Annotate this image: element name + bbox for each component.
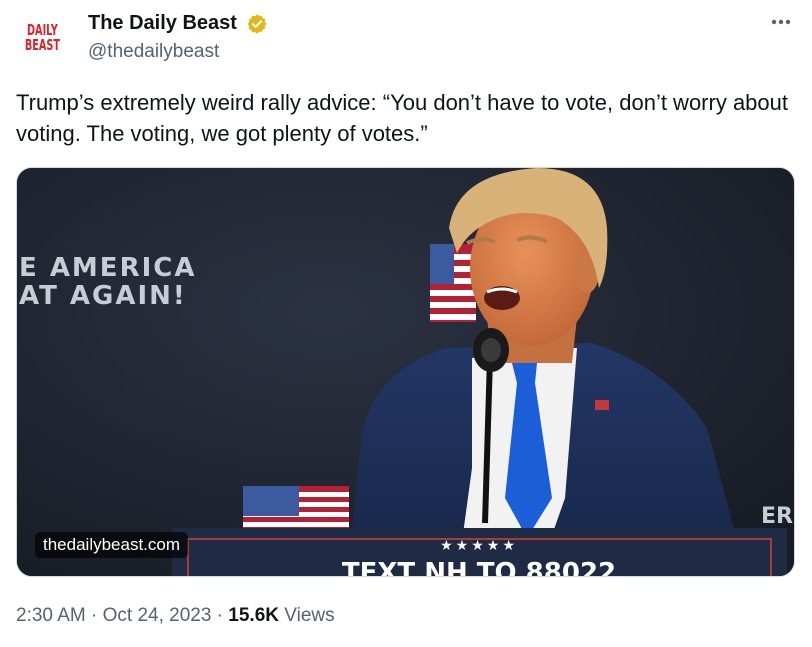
tweet-meta: 2:30 AM · Oct 24, 2023 · 15.6K Views <box>16 605 335 627</box>
flag-upper <box>430 244 476 322</box>
podium-text: TEXT NH TO 88022 <box>342 558 616 577</box>
account-handle[interactable]: @thedailybeast <box>88 41 219 63</box>
flag-lower <box>243 486 349 528</box>
display-name[interactable]: The Daily Beast <box>88 12 237 35</box>
banner-line2: AT AGAIN! <box>19 281 187 311</box>
rally-photo: E AMERICA AT AGAIN! ★★★★★ TEXT NH TO 880… <box>17 168 794 577</box>
avatar[interactable]: DAILY BEAST <box>16 12 68 64</box>
tweet-media-photo[interactable]: E AMERICA AT AGAIN! ★★★★★ TEXT NH TO 880… <box>16 167 795 577</box>
meta-separator: · <box>85 605 103 626</box>
podium-stars: ★★★★★ <box>440 538 518 554</box>
podium: ★★★★★ TEXT NH TO 88022 <box>172 528 787 577</box>
photo-watermark: thedailybeast.com <box>35 532 189 558</box>
tweet-time[interactable]: 2:30 AM <box>16 605 86 626</box>
banner-line1: E AMERICA <box>19 253 196 283</box>
tweet-date[interactable]: Oct 24, 2023 <box>103 605 212 626</box>
tweet-text: Trump’s extremely weird rally advice: “Y… <box>16 90 788 146</box>
views-label: Views <box>279 605 335 626</box>
lapel-pin <box>595 400 609 410</box>
more-options-icon[interactable] <box>768 12 794 32</box>
views-count[interactable]: 15.6K <box>228 605 279 626</box>
verified-badge-icon <box>247 14 267 34</box>
avatar-logo-line2: BEAST <box>24 36 60 54</box>
meta-separator: · <box>211 605 229 626</box>
banner-right-fragment: ER <box>761 504 793 529</box>
